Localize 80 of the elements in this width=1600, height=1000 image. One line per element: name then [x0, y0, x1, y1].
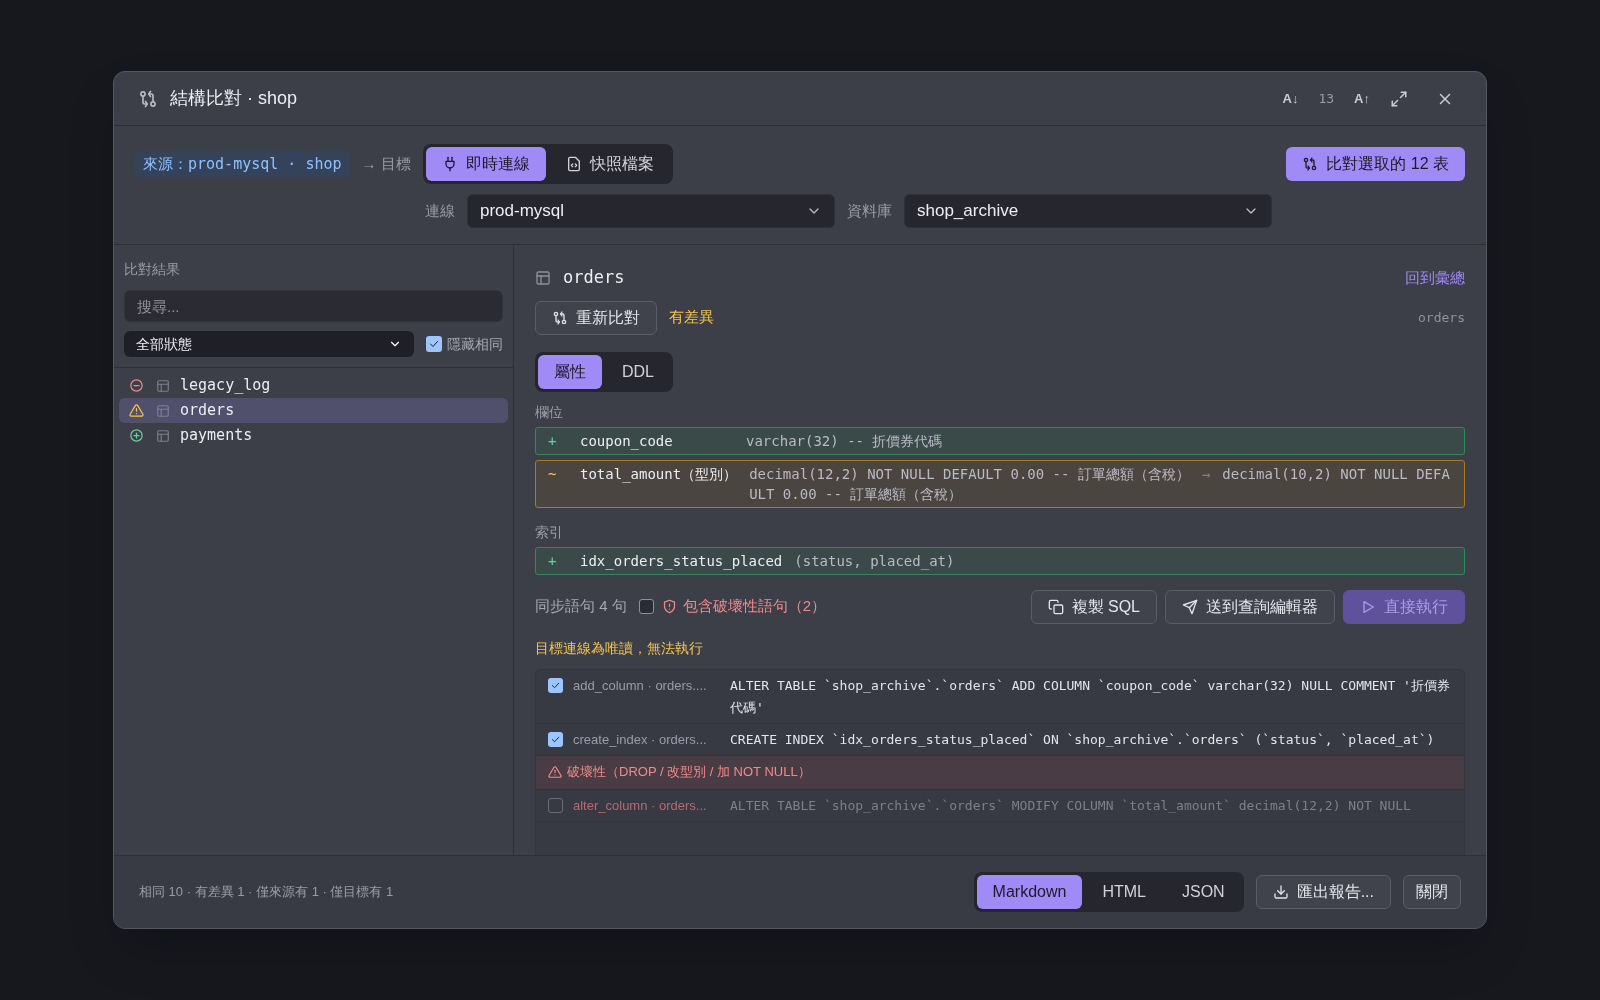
- readonly-warning: 目標連線為唯讀，無法執行: [535, 638, 704, 658]
- mode-tab[interactable]: 即時連線: [425, 147, 546, 181]
- format-tab[interactable]: JSON: [1166, 875, 1241, 909]
- view-tab[interactable]: DDL: [606, 354, 670, 389]
- target-label: → 目標: [361, 153, 411, 174]
- column-name: total_amount（型別）: [580, 464, 738, 484]
- results-title: 比對結果: [124, 260, 181, 279]
- statement-label: create_index · orders...: [573, 730, 708, 749]
- table-icon: [156, 428, 170, 443]
- mode-tab[interactable]: 快照檔案: [549, 147, 670, 181]
- dialog-title: 結構比對 · shop: [170, 87, 298, 110]
- export-report-button[interactable]: 匯出報告...: [1255, 875, 1391, 909]
- section-title: 欄位: [535, 402, 564, 422]
- statement-label: alter_column · orders...: [573, 796, 708, 815]
- diff-sign: ~: [548, 464, 558, 484]
- warning-icon: [129, 403, 144, 418]
- diff-sign: +: [548, 431, 558, 451]
- result-item[interactable]: orders: [119, 398, 508, 423]
- minus-circle-icon: [129, 378, 144, 393]
- source-badge: 來源：prod-mysql · shop: [135, 151, 350, 177]
- table-name: orders: [563, 266, 625, 289]
- table-icon: [535, 269, 551, 286]
- play-icon: [1360, 598, 1376, 615]
- sql-statement: ALTER TABLE `shop_archive`.`orders` ADD COLUMN `coupon_code` varchar(32) NULL COMMENT '折價券代碼': [730, 676, 1451, 717]
- column-name: idx_orders_status_placed: [580, 551, 783, 571]
- compare-icon: [552, 309, 568, 326]
- recompare-button[interactable]: 重新比對: [535, 300, 657, 335]
- send-icon: [1182, 598, 1198, 615]
- table-label: orders: [1418, 308, 1465, 327]
- file-code-icon: [565, 156, 582, 172]
- format-tab[interactable]: HTML: [1086, 875, 1162, 909]
- back-to-summary-link[interactable]: 回到彙總: [1405, 266, 1465, 289]
- destructive-checkbox[interactable]: [638, 599, 654, 614]
- diff-sign: +: [548, 551, 558, 571]
- database-dropdown[interactable]: shop_archive: [904, 194, 1272, 228]
- table-icon: [156, 403, 170, 418]
- table-icon: [156, 378, 170, 393]
- compare-icon: [1302, 156, 1319, 172]
- connection-dropdown[interactable]: prod-mysql: [467, 194, 835, 228]
- hide-same-checkbox[interactable]: [426, 336, 442, 352]
- increase-font-button[interactable]: A↑: [1354, 88, 1370, 109]
- database-label: 資料庫: [847, 200, 892, 221]
- result-item[interactable]: payments: [119, 423, 508, 448]
- result-item[interactable]: legacy_log: [119, 373, 508, 398]
- close-button[interactable]: 關閉: [1403, 875, 1461, 909]
- column-definition: varchar(32) -- 折價券代碼: [746, 431, 943, 451]
- connection-label: 連線: [425, 200, 455, 221]
- sql-statement: CREATE INDEX `idx_orders_status_placed` ON `shop_archive`.`orders` (`status`, `placed_at`): [730, 730, 1436, 749]
- sql-statement: ALTER TABLE `shop_archive`.`orders` MODIFY COLUMN `total_amount` decimal(12,2) NOT NULL: [730, 796, 1412, 815]
- send-button[interactable]: 送到查詢編輯器: [1165, 589, 1335, 624]
- column-name: coupon_code: [580, 431, 674, 451]
- column-definition: (status, placed_at): [794, 551, 955, 571]
- shield-icon: [661, 599, 677, 614]
- search-field[interactable]: 搜尋...: [124, 290, 503, 322]
- warning-icon: [548, 765, 562, 779]
- plus-circle-icon: [129, 428, 144, 443]
- summary-text: 相同 10 · 有差異 1 · 僅來源有 1 · 僅目標有 1: [139, 883, 394, 902]
- destructive-label: 包含破壞性語句（2）: [682, 596, 827, 617]
- compare-icon: [138, 88, 158, 109]
- diff-status: 有差異: [669, 307, 714, 328]
- statement-label: add_column · orders....: [573, 676, 708, 695]
- format-tab[interactable]: Markdown: [976, 875, 1083, 909]
- statement-checkbox[interactable]: [548, 677, 563, 693]
- status-filter-dropdown[interactable]: 全部狀態: [124, 331, 414, 357]
- copy-button[interactable]: 複製 SQL: [1030, 589, 1157, 624]
- decrease-font-button[interactable]: A↓: [1282, 88, 1299, 109]
- copy-icon: [1047, 598, 1064, 615]
- font-size-value: 13: [1318, 89, 1335, 108]
- compare-selected-button[interactable]: 比對選取的 12 表: [1286, 147, 1465, 181]
- section-title: 索引: [535, 522, 564, 542]
- statement-count: 同步語句 4 句: [535, 596, 627, 617]
- destructive-group-label: 破壞性（DROP / 改型別 / 加 NOT NULL）: [567, 763, 811, 782]
- check-icon: [428, 338, 440, 350]
- view-tab[interactable]: 屬性: [538, 354, 602, 389]
- download-icon: [1272, 884, 1289, 900]
- hide-same-label: 隱藏相同: [447, 334, 503, 354]
- statement-checkbox[interactable]: [548, 731, 563, 747]
- expand-icon[interactable]: [1390, 89, 1408, 108]
- column-definition: decimal(12,2) NOT NULL DEFAULT 0.00 -- 訂單總額（含稅） → decimal(10,2) NOT NULL DEFAULT 0.00 -- 訂單總額（含稅）: [749, 464, 1451, 504]
- statement-checkbox[interactable]: [548, 797, 563, 813]
